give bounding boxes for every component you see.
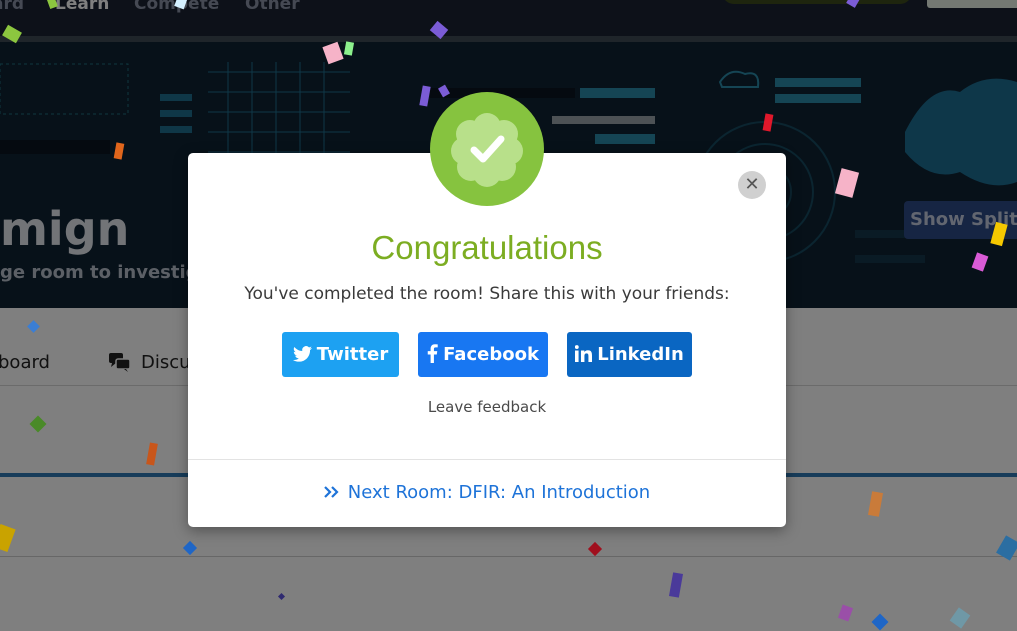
- modal-divider: [188, 459, 786, 460]
- check-badge-icon: [430, 92, 544, 206]
- twitter-icon: [292, 332, 312, 377]
- next-room-label: Next Room: DFIR: An Introduction: [347, 482, 651, 503]
- twitter-label: Twitter: [316, 344, 389, 365]
- double-chevron-right-icon: [324, 482, 340, 503]
- linkedin-label: LinkedIn: [597, 344, 684, 365]
- linkedin-share-button[interactable]: LinkedIn: [567, 332, 692, 377]
- next-room-link[interactable]: Next Room: DFIR: An Introduction: [188, 482, 786, 503]
- modal-message: You've completed the room! Share this wi…: [244, 284, 730, 304]
- leave-feedback-link[interactable]: Leave feedback: [188, 398, 786, 416]
- facebook-icon: [427, 332, 438, 377]
- twitter-share-button[interactable]: Twitter: [282, 332, 399, 377]
- facebook-label: Facebook: [443, 344, 539, 365]
- linkedin-icon: [575, 332, 593, 377]
- modal-title: Congratulations: [371, 229, 603, 266]
- close-icon[interactable]: ✕: [738, 171, 766, 199]
- congratulations-modal: ✕ Congratulations You've completed the r…: [188, 153, 786, 527]
- facebook-share-button[interactable]: Facebook: [418, 332, 548, 377]
